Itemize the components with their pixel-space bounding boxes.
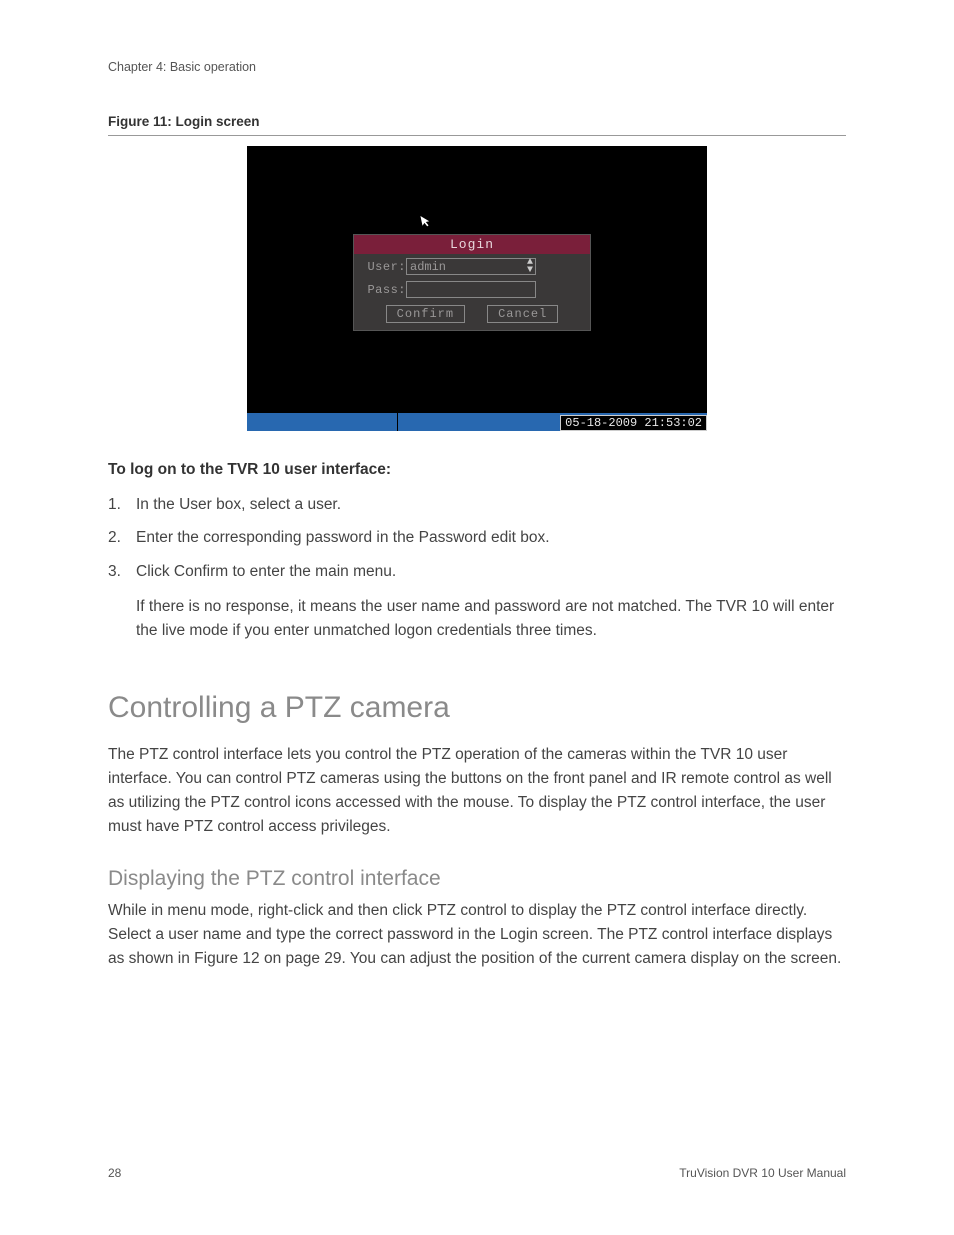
- instruction-steps: In the User box, select a user. Enter th…: [108, 493, 846, 643]
- chapter-header: Chapter 4: Basic operation: [108, 60, 846, 74]
- cursor-icon: [419, 213, 433, 233]
- pass-label: Pass:: [364, 283, 406, 297]
- user-select[interactable]: admin ▲▼: [406, 258, 536, 275]
- section-heading: Controlling a PTZ camera: [108, 691, 846, 725]
- manual-title: TruVision DVR 10 User Manual: [679, 1166, 846, 1180]
- login-dialog: Login User: admin ▲▼ Pass: Confirm Cance…: [353, 234, 591, 331]
- page-number: 28: [108, 1166, 121, 1180]
- user-label: User:: [364, 260, 406, 274]
- spinner-icon[interactable]: ▲▼: [527, 259, 533, 275]
- status-timestamp: 05-18-2009 21:53:02: [560, 415, 707, 431]
- step-item: Enter the corresponding password in the …: [108, 526, 846, 549]
- section-body: The PTZ control interface lets you contr…: [108, 743, 846, 839]
- pass-input[interactable]: [406, 281, 536, 298]
- login-screenshot: Login User: admin ▲▼ Pass: Confirm Cance…: [247, 146, 707, 431]
- user-value: admin: [410, 260, 446, 274]
- subsection-heading: Displaying the PTZ control interface: [108, 867, 846, 891]
- cancel-button[interactable]: Cancel: [487, 305, 558, 323]
- confirm-button[interactable]: Confirm: [386, 305, 465, 323]
- figure-rule: [108, 135, 846, 136]
- step-item: Click Confirm to enter the main menu. If…: [108, 560, 846, 643]
- step-note: If there is no response, it means the us…: [136, 595, 846, 643]
- figure-caption: Figure 11: Login screen: [108, 114, 846, 129]
- instructions-lead: To log on to the TVR 10 user interface:: [108, 461, 846, 479]
- subsection-body: While in menu mode, right-click and then…: [108, 899, 846, 971]
- status-divider: [397, 413, 398, 431]
- login-dialog-title: Login: [354, 235, 590, 254]
- step-item: In the User box, select a user.: [108, 493, 846, 516]
- page-footer: 28 TruVision DVR 10 User Manual: [108, 1166, 846, 1180]
